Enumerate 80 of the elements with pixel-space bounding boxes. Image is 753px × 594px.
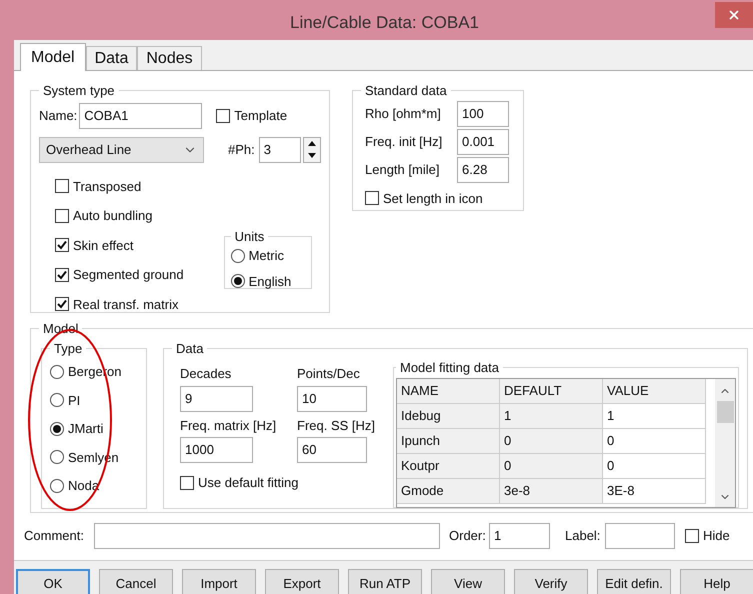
value-field[interactable]: 100	[457, 100, 509, 126]
line-type-dropdown[interactable]: Overhead Line	[39, 136, 204, 162]
field-label: Freq. matrix [Hz]	[180, 416, 278, 435]
set-length-checkbox[interactable]: Set length in icon	[365, 188, 515, 208]
field-label: Rho [ohm*m]	[365, 104, 442, 123]
default-fitting-checkbox[interactable]: Use default fitting	[180, 473, 387, 492]
scroll-thumb[interactable]	[716, 400, 734, 422]
dialog-button[interactable]: Import	[182, 569, 256, 594]
check-icon	[57, 270, 67, 280]
phases-field[interactable]: 3	[258, 136, 301, 162]
tab[interactable]: Model	[20, 43, 86, 71]
dialog-button[interactable]: OK	[16, 569, 90, 594]
phases-label: #Ph:	[228, 140, 255, 159]
value-field[interactable]: 10	[297, 386, 367, 412]
table-cell: 0	[603, 454, 706, 478]
hide-checkbox[interactable]: Hide	[685, 526, 730, 546]
table-cell: 0	[500, 428, 603, 454]
unit-radio[interactable]: English	[230, 272, 305, 291]
value-field[interactable]: 1000	[180, 437, 253, 463]
comment-label: Comment:	[24, 527, 85, 546]
table-cell: Idebug	[397, 404, 500, 428]
type-radio[interactable]: PI	[50, 390, 138, 410]
table-cell: 3E-8	[603, 478, 706, 504]
type-radio[interactable]: JMarti	[50, 419, 138, 438]
group-title: Model fitting data	[399, 359, 500, 377]
column-header: NAME	[397, 378, 500, 404]
label-field[interactable]	[605, 523, 675, 549]
order-field[interactable]: 1	[489, 523, 550, 549]
value-field[interactable]: 0.001	[457, 128, 509, 154]
group-title: Units	[234, 228, 266, 246]
template-checkbox[interactable]: Template	[216, 106, 288, 126]
table-cell: 0	[603, 428, 706, 454]
option-checkbox[interactable]: Skin effect	[55, 236, 184, 255]
spinner[interactable]	[302, 136, 321, 162]
tab[interactable]: Data	[86, 46, 138, 70]
value-field[interactable]: 9	[180, 386, 253, 412]
table-cell: Koutpr	[397, 454, 500, 478]
dialog-button[interactable]: Edit defin.	[597, 569, 671, 594]
close-button[interactable]	[715, 2, 753, 28]
close-icon	[727, 8, 741, 22]
field-label: Length [mile]	[365, 160, 440, 179]
name-label: Name:	[39, 106, 78, 125]
value-field[interactable]: 60	[297, 437, 367, 463]
table-cell: 0	[500, 454, 603, 478]
field-label: Decades	[180, 365, 232, 383]
dialog-button[interactable]: View	[431, 569, 505, 594]
field-label: Freq. SS [Hz]	[297, 416, 376, 435]
group-title: Type	[53, 340, 84, 358]
column-header: DEFAULT	[500, 378, 603, 404]
order-label: Order:	[449, 527, 487, 546]
column-header: VALUE	[603, 378, 706, 404]
name-field[interactable]: COBA1	[79, 102, 202, 128]
dialog-button[interactable]: Export	[265, 569, 339, 594]
option-checkbox[interactable]: Auto bundling	[55, 206, 184, 226]
dialog-button[interactable]: Run ATP	[348, 569, 422, 594]
dialog-button[interactable]: Help	[680, 569, 753, 594]
table-cell: 1	[603, 404, 706, 428]
unit-radio[interactable]: Metric	[230, 246, 305, 266]
table-cell: Gmode	[397, 478, 500, 504]
dialog-button[interactable]: Cancel	[99, 569, 173, 594]
field-label: Points/Dec	[297, 365, 361, 383]
comment-field[interactable]	[94, 523, 440, 549]
table-cell: 1	[500, 404, 603, 428]
field-label: Freq. init [Hz]	[365, 132, 444, 151]
option-checkbox[interactable]: Segmented ground	[55, 265, 184, 284]
table-cell: Ipunch	[397, 428, 500, 454]
label-label: Label:	[565, 527, 602, 546]
scrollbar[interactable]	[715, 378, 735, 506]
window-title: Line/Cable Data: COBA1	[289, 12, 480, 34]
group-title: System type	[42, 82, 116, 100]
group-title: Standard data	[364, 82, 448, 100]
value-field[interactable]: 6.28	[457, 156, 509, 182]
option-checkbox[interactable]: Transposed	[55, 176, 184, 196]
option-checkbox[interactable]: Real transf. matrix	[55, 294, 184, 314]
group-title: Data	[175, 340, 204, 358]
table-cell: 3e-8	[500, 478, 603, 504]
check-icon	[57, 240, 67, 250]
check-icon	[57, 299, 67, 310]
tab[interactable]: Nodes	[137, 46, 202, 70]
dialog-button[interactable]: Verify	[514, 569, 588, 594]
